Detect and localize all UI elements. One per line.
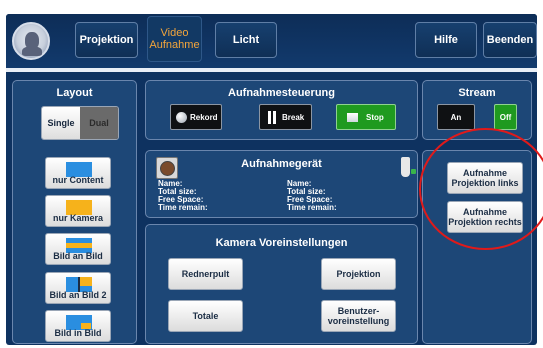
top-navigation-bar: Projektion Video Aufnahme Licht Hilfe Be…	[6, 14, 537, 68]
layout-nur-content-label: nur Content	[52, 175, 104, 185]
stream-off-label: Off	[499, 112, 512, 122]
stop-label: Stop	[366, 112, 384, 122]
stream-off-button[interactable]: Off	[494, 104, 517, 130]
layout-bild-an-bild-label: Bild an Bild	[53, 251, 103, 261]
beenden-button[interactable]: Beenden	[483, 22, 537, 58]
preset-benutzer-label-line2: voreinstellung	[327, 316, 390, 326]
preset-benutzer-button[interactable]: Benutzer- voreinstellung	[321, 300, 396, 332]
single-label: Single	[47, 118, 75, 128]
layout-bild-an-bild-2-label: Bild an Bild 2	[49, 290, 107, 300]
header-divider	[6, 68, 537, 72]
red-annotation-circle	[419, 128, 543, 250]
break-label: Break	[282, 112, 305, 122]
tab-aufnahme-label: Aufnahme	[149, 39, 200, 51]
tab-projektion-label: Projektion	[79, 34, 134, 46]
break-button[interactable]: Break	[259, 104, 312, 130]
pause-icon	[268, 110, 271, 124]
aufnahmesteuerung-title: Aufnahmesteuerung	[228, 87, 335, 99]
dual-label: Dual	[89, 118, 109, 128]
device-time-remain-label: Time remain:	[158, 203, 208, 212]
aufnahmesteuerung-panel: Aufnahmesteuerung Rekord Break Stop	[145, 80, 418, 140]
kamera-voreinstellungen-panel: Kamera Voreinstellungen Rednerpult Proje…	[145, 224, 418, 344]
preset-projektion-label: Projektion	[336, 269, 381, 279]
beenden-label: Beenden	[486, 34, 534, 46]
stream-title: Stream	[458, 87, 496, 99]
layout-bild-an-bild-2-button[interactable]: Bild an Bild 2	[45, 272, 111, 304]
tab-licht[interactable]: Licht	[215, 22, 277, 58]
layout-panel: Layout Single Dual nur Content nur Kamer…	[12, 80, 137, 344]
device-info-right: Name: Total size: Free Space: Time remai…	[287, 180, 337, 212]
layout-bild-an-bild-button[interactable]: Bild an Bild	[45, 233, 111, 265]
layout-nur-kamera-label: nur Kamera	[52, 213, 104, 223]
record-icon	[176, 111, 187, 123]
layout-bild-in-bild-label: Bild in Bild	[54, 328, 102, 338]
single-toggle[interactable]: Single	[42, 107, 80, 139]
stream-an-button[interactable]: An	[437, 104, 475, 130]
usb-stick-icon	[401, 157, 416, 177]
layout-bild-in-bild-button[interactable]: Bild in Bild	[45, 310, 111, 342]
hard-drive-icon	[156, 157, 178, 179]
single-dual-toggle: Single Dual	[41, 106, 119, 140]
hilfe-button[interactable]: Hilfe	[415, 22, 477, 58]
rekord-label: Rekord	[190, 112, 218, 122]
layout-title: Layout	[56, 87, 93, 99]
hilfe-label: Hilfe	[434, 34, 458, 46]
university-logo-icon	[12, 22, 50, 60]
stream-an-label: An	[450, 112, 462, 122]
preset-projektion-button[interactable]: Projektion	[321, 258, 396, 290]
layout-nur-content-button[interactable]: nur Content	[45, 157, 111, 189]
preset-benutzer-label-line1: Benutzer-	[337, 306, 380, 316]
pause-icon-bar	[273, 110, 276, 124]
tab-video-label: Video	[160, 27, 189, 39]
kamera-voreinstellungen-title: Kamera Voreinstellungen	[215, 237, 348, 249]
preset-totale-label: Totale	[192, 311, 219, 321]
preset-rednerpult-button[interactable]: Rednerpult	[168, 258, 243, 290]
aufnahmegeraet-panel: Aufnahmegerät Name: Total size: Free Spa…	[145, 150, 418, 218]
stop-icon	[347, 112, 358, 122]
tab-projektion[interactable]: Projektion	[75, 22, 138, 58]
preset-rednerpult-label: Rednerpult	[181, 269, 230, 279]
stop-button[interactable]: Stop	[336, 104, 396, 130]
tab-licht-label: Licht	[232, 34, 260, 46]
device-info-left: Name: Total size: Free Space: Time remai…	[158, 180, 208, 212]
preset-totale-button[interactable]: Totale	[168, 300, 243, 332]
rekord-button[interactable]: Rekord	[170, 104, 222, 130]
device-time-remain-label-2: Time remain:	[287, 203, 337, 212]
dual-toggle[interactable]: Dual	[80, 107, 118, 139]
aufnahmegeraet-title: Aufnahmegerät	[241, 158, 322, 170]
tab-video-aufnahme[interactable]: Video Aufnahme	[147, 16, 202, 62]
layout-nur-kamera-button[interactable]: nur Kamera	[45, 195, 111, 227]
